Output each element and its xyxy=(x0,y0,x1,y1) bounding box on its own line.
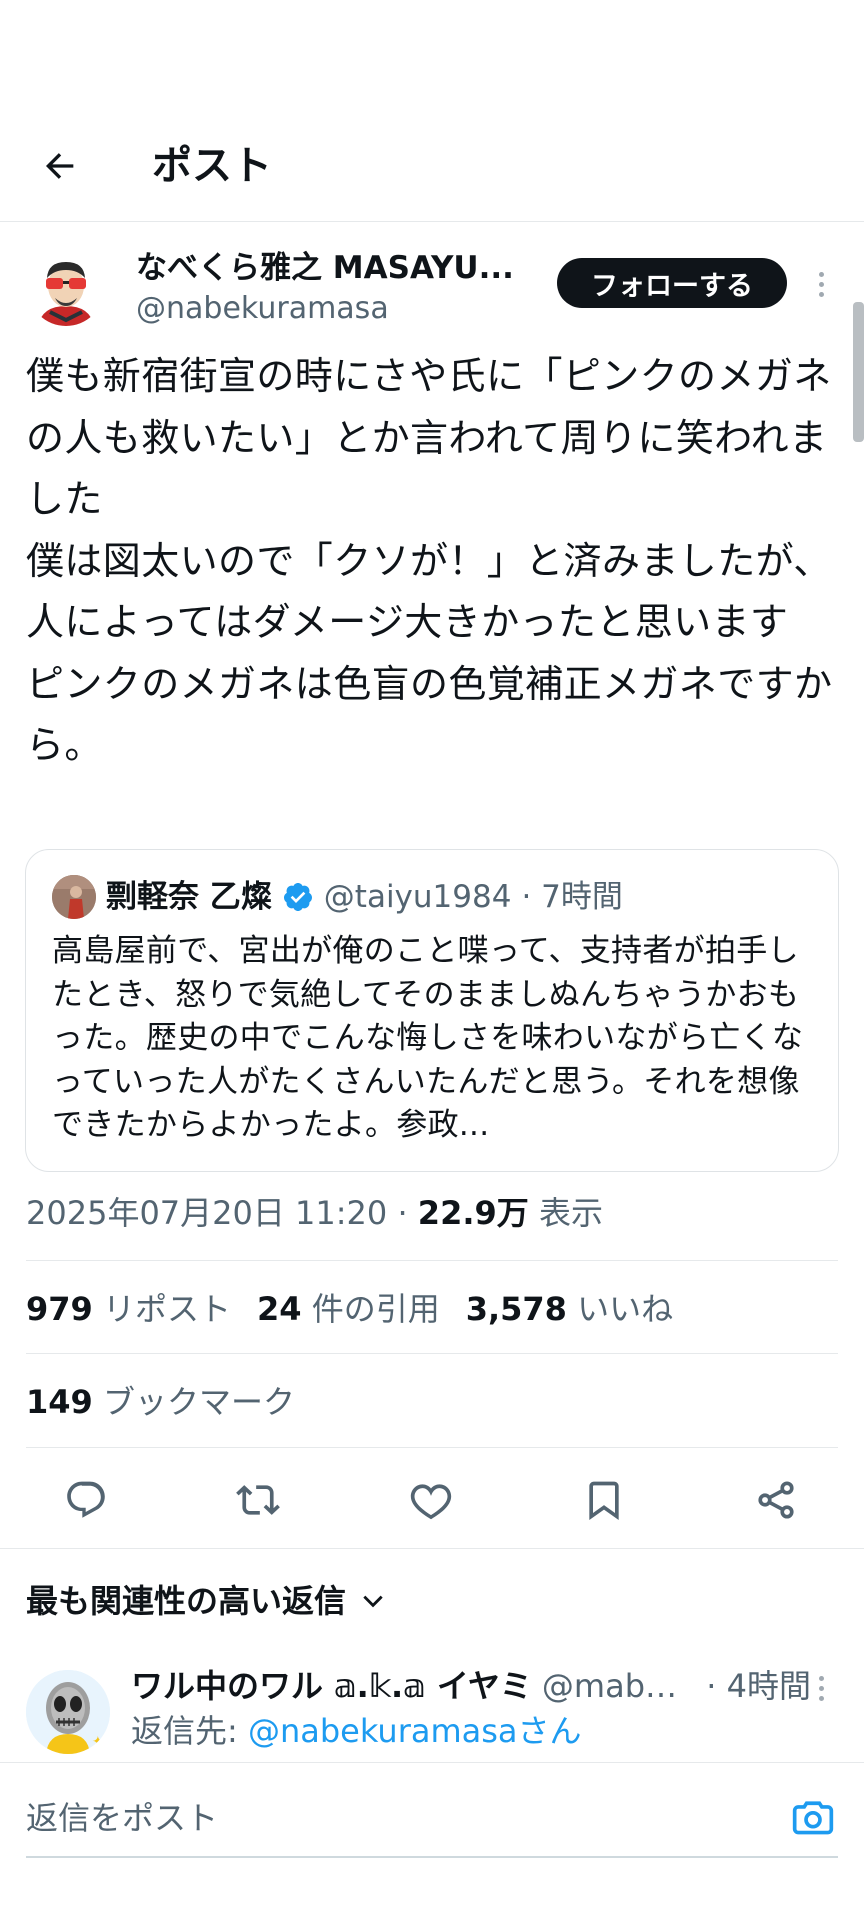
divider xyxy=(0,1762,864,1763)
divider xyxy=(0,1548,864,1549)
author-handle[interactable]: @nabekuramasa xyxy=(136,289,389,329)
composer-underline xyxy=(26,1856,838,1858)
camera-button[interactable] xyxy=(788,1792,838,1842)
bookmarks-stat[interactable]: 149 ブックマーク xyxy=(26,1376,295,1428)
top-bar xyxy=(0,0,864,222)
verified-badge-icon xyxy=(283,883,312,911)
views-count: 22.9万 xyxy=(417,1194,529,1232)
like-button[interactable] xyxy=(401,1470,461,1530)
author-avatar[interactable] xyxy=(28,250,104,326)
follow-button[interactable]: フォローする xyxy=(557,258,787,308)
quoted-author-avatar xyxy=(52,875,96,919)
reply-author-handle[interactable]: @mabo... xyxy=(542,1661,692,1711)
more-options-icon[interactable] xyxy=(806,264,836,304)
post-meta: 2025年07月20日 11:20 · 22.9万 表示 xyxy=(26,1188,603,1238)
post-datetime: 2025年07月20日 11:20 · xyxy=(26,1194,418,1232)
repost-icon xyxy=(236,1485,280,1515)
views-label: 表示 xyxy=(528,1194,603,1232)
quotes-stat[interactable]: 24 件の引用 xyxy=(257,1283,440,1335)
reply-more-options-icon[interactable] xyxy=(806,1668,836,1708)
chevron-down-icon xyxy=(363,1595,383,1608)
share-button[interactable] xyxy=(746,1470,806,1530)
like-icon xyxy=(410,1484,452,1520)
post-text: 僕も新宿街宣の時にさや氏に「ピンクのメガネの人も救いたい」とか言われて周りに笑わ… xyxy=(26,354,833,767)
share-icon xyxy=(758,1481,794,1519)
quoted-timestamp: · 7時間 xyxy=(521,879,623,915)
reply-timestamp: · 4時間 xyxy=(706,1667,811,1705)
reply-input[interactable] xyxy=(26,1790,746,1846)
reply-icon xyxy=(67,1481,105,1518)
reply-to-handle-link[interactable]: @nabekuramasa xyxy=(248,1712,518,1750)
engagement-stats: 979 リポスト 24 件の引用 3,578 いいね xyxy=(26,1283,673,1335)
reply-button[interactable] xyxy=(56,1470,116,1530)
bookmark-icon xyxy=(589,1481,619,1521)
repost-button[interactable] xyxy=(228,1470,288,1530)
reply-to-line: 返信先: @nabekuramasaさん xyxy=(131,1712,582,1750)
page-title: ポスト xyxy=(152,143,272,189)
reply-sort-dropdown[interactable]: 最も関連性の高い返信 xyxy=(26,1575,386,1627)
quoted-author-handle: @taiyu1984 xyxy=(323,879,512,915)
back-button[interactable] xyxy=(34,140,86,192)
scrollbar[interactable] xyxy=(853,302,864,442)
divider xyxy=(26,1447,838,1448)
likes-stat[interactable]: 3,578 いいね xyxy=(466,1283,673,1335)
svg-text:✦: ✦ xyxy=(92,1734,104,1750)
quoted-text: 高島屋前で、宮出が俺のこと喋って、支持者が拍手したとき、怒りで気絶してそのままし… xyxy=(52,933,804,1143)
arrow-left-icon xyxy=(46,153,74,179)
divider xyxy=(26,1260,838,1261)
quoted-post[interactable]: 剽軽奈 乙燦 @taiyu1984 · 7時間 高島屋前で、宮出が俺のこと喋って… xyxy=(25,849,839,1172)
reply-header: ワル中のワル 𝕒.𝕜.𝕒 イヤミ @mabo... · 4時間 xyxy=(131,1661,811,1711)
bookmark-button[interactable] xyxy=(574,1470,634,1530)
reply-author-avatar[interactable]: ✦ xyxy=(26,1670,110,1754)
reposts-stat[interactable]: 979 リポスト xyxy=(26,1283,231,1335)
divider xyxy=(26,1353,838,1354)
camera-icon xyxy=(792,1801,834,1835)
quoted-author-name: 剽軽奈 乙燦 xyxy=(106,879,272,915)
author-name[interactable]: なべくら雅之 MASAYU... xyxy=(136,247,516,289)
reply-author-name[interactable]: ワル中のワル 𝕒.𝕜.𝕒 イヤミ xyxy=(131,1661,532,1711)
